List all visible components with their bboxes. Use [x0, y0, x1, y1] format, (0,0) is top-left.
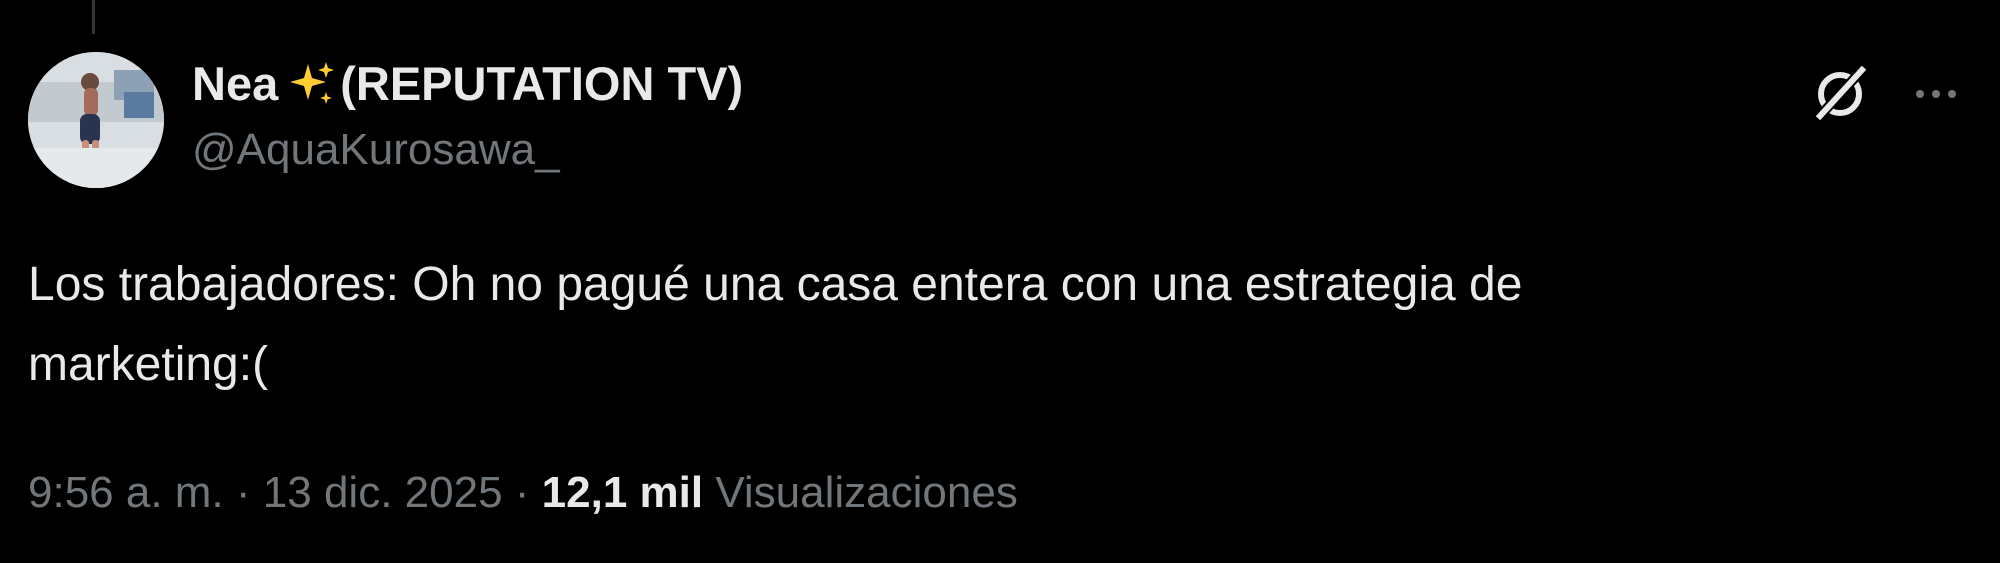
- tweet-text: Los trabajadores: Oh no pagué una casa e…: [28, 245, 1928, 405]
- author-display-name[interactable]: Nea (REPUTATION TV): [192, 56, 743, 112]
- views-label: Visualizaciones: [715, 468, 1018, 517]
- meta-separator: ·: [514, 468, 530, 517]
- avatar[interactable]: [28, 52, 164, 188]
- avatar-image: [28, 52, 164, 188]
- more-options-icon[interactable]: [1908, 66, 1964, 122]
- meta-separator: ·: [235, 468, 251, 517]
- tweet: Nea (REPUTATION TV) @AquaKurosawa_ Los t…: [0, 0, 2000, 563]
- views-count: 12,1 mil: [541, 468, 704, 517]
- author-name-suffix: (REPUTATION TV): [340, 57, 744, 110]
- tweet-date: 13 dic. 2025: [262, 468, 503, 517]
- author-name-prefix: Nea: [192, 57, 279, 110]
- tweet-text-line: Los trabajadores: Oh no pagué una casa e…: [28, 258, 1523, 311]
- tweet-timestamp[interactable]: 9:56 a. m. · 13 dic. 2025: [28, 468, 503, 517]
- grok-icon[interactable]: [1808, 62, 1872, 126]
- views-link[interactable]: 12,1 mil Visualizaciones: [542, 468, 1018, 517]
- tweet-top-actions: [1808, 62, 1964, 126]
- author-block: Nea (REPUTATION TV) @AquaKurosawa_: [192, 56, 743, 178]
- sparkles-icon: [290, 62, 335, 104]
- tweet-text-line: marketing:(: [28, 338, 269, 391]
- author-handle[interactable]: @AquaKurosawa_: [192, 122, 743, 178]
- tweet-metadata: 9:56 a. m. · 13 dic. 2025 · 12,1 mil Vis…: [28, 463, 1018, 523]
- tweet-time: 9:56 a. m.: [28, 468, 224, 517]
